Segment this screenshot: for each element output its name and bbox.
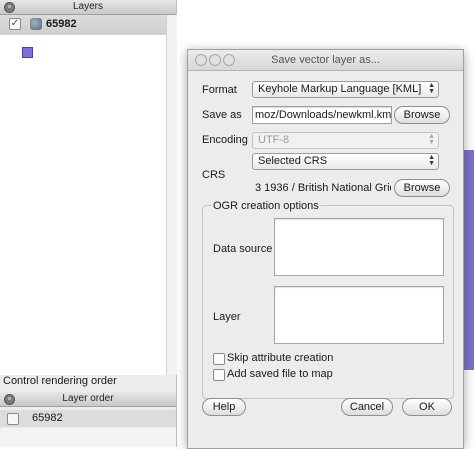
layer-order-name: 65982 xyxy=(32,412,63,424)
layers-panel-title: Layers xyxy=(72,1,103,12)
control-rendering-order-checkbox-label[interactable]: Control rendering order xyxy=(3,375,117,387)
layer-visibility-checkbox[interactable]: ✓ xyxy=(9,18,21,30)
updown-arrows-icon: ▲ ▼ xyxy=(428,154,435,167)
layer-order-checkbox[interactable] xyxy=(7,413,19,425)
encoding-select-value: UTF-8 xyxy=(258,134,290,146)
panel-close-icon[interactable]: × xyxy=(4,2,15,13)
ogr-options-title: OGR creation options xyxy=(211,200,321,212)
crs-mode-select[interactable]: Selected CRS ▲ ▼ xyxy=(252,153,439,170)
dialog-titlebar: Save vector layer as... xyxy=(188,50,463,71)
layers-panel: × Layers ✓ 65982 Control rendering order… xyxy=(0,0,177,447)
layer-order-panel-title: Layer order xyxy=(62,393,114,404)
layer-label: Layer xyxy=(213,311,241,323)
save-as-browse-button[interactable]: Browse xyxy=(394,106,450,124)
layer-tree[interactable]: ✓ 65982 xyxy=(0,15,166,375)
format-label: Format xyxy=(202,84,237,96)
format-select[interactable]: Keyhole Markup Language [KML] ▲ ▼ xyxy=(252,81,439,98)
layer-order-panel-titlebar: × Layer order xyxy=(0,392,176,407)
save-as-label: Save as xyxy=(202,109,242,121)
add-saved-file-checkbox[interactable] xyxy=(213,369,225,381)
layer-order-row[interactable]: 65982 xyxy=(0,410,176,427)
layer-row[interactable]: ✓ 65982 xyxy=(0,15,166,35)
layer-tree-scrollbar[interactable] xyxy=(166,15,177,375)
crs-mode-select-value: Selected CRS xyxy=(258,155,328,167)
save-as-path-input[interactable]: moz/Downloads/newkml.kml xyxy=(252,106,392,124)
crs-browse-button[interactable]: Browse xyxy=(394,179,450,197)
layers-panel-titlebar: × Layers xyxy=(0,0,176,15)
skip-attribute-creation-checkbox[interactable] xyxy=(213,353,225,365)
help-button[interactable]: Help xyxy=(202,398,246,416)
crs-label: CRS xyxy=(202,169,226,181)
layer-name: 65982 xyxy=(46,18,77,30)
crs-value-display: 3 1936 / British National Grid xyxy=(252,179,392,197)
encoding-label: Encoding xyxy=(202,134,248,146)
skip-attribute-creation-label[interactable]: Skip attribute creation xyxy=(227,352,333,364)
updown-arrows-icon: ▲ ▼ xyxy=(428,82,435,95)
layer-order-list-empty-area xyxy=(0,428,176,447)
vector-layer-icon xyxy=(30,18,42,30)
panel-close-icon[interactable]: × xyxy=(4,394,15,405)
updown-arrows-icon: ▲ ▼ xyxy=(428,133,435,146)
encoding-select: UTF-8 ▲ ▼ xyxy=(252,132,439,149)
layer-legend-swatch xyxy=(22,47,33,58)
add-saved-file-label[interactable]: Add saved file to map xyxy=(227,368,333,380)
cancel-button[interactable]: Cancel xyxy=(341,398,393,416)
map-canvas-strip xyxy=(464,150,474,370)
dialog-title: Save vector layer as... xyxy=(271,54,380,66)
data-source-label: Data source xyxy=(213,243,273,255)
ok-button[interactable]: OK xyxy=(402,398,452,416)
layer-options-textarea[interactable] xyxy=(274,286,444,344)
save-vector-layer-dialog: Save vector layer as... Format Keyhole M… xyxy=(187,49,464,449)
data-source-options-textarea[interactable] xyxy=(274,218,444,276)
format-select-value: Keyhole Markup Language [KML] xyxy=(258,83,422,95)
